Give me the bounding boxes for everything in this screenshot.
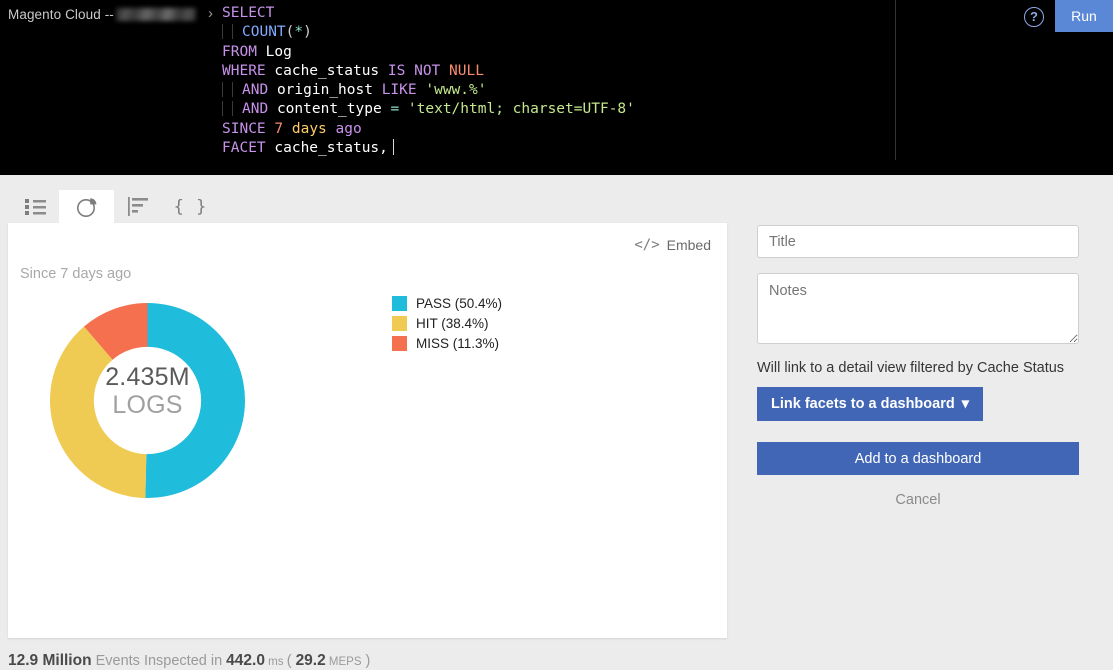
legend-item[interactable]: PASS (50.4%) — [392, 293, 502, 313]
embed-link[interactable]: </> Embed — [634, 237, 711, 253]
legend-swatch-hit — [392, 315, 407, 331]
tab-json[interactable]: { } — [163, 190, 218, 223]
account-breadcrumb-title: Magento Cloud -- — [8, 7, 196, 22]
query-editor-bar: Magento Cloud -- › SELECT COUNT(*) FROM … — [0, 0, 1113, 175]
link-facets-to-dashboard-button[interactable]: Link facets to a dashboard ▾ — [757, 387, 983, 421]
redacted-account-name — [115, 8, 196, 21]
chart-legend: PASS (50.4%) HIT (38.4%) MISS (11.3%) — [392, 293, 502, 353]
query-status-bar: 12.9 Million Events Inspected in 442.0 m… — [8, 652, 370, 670]
result-view-tabs: { } — [0, 175, 1113, 223]
donut-center-unit: LOGS — [112, 391, 183, 419]
chart-result-card: </> Embed Since 7 days ago 2.435M LOGS P… — [8, 223, 727, 638]
chevron-down-icon: ▾ — [961, 396, 969, 412]
title-input[interactable] — [757, 225, 1079, 258]
run-button[interactable]: Run — [1055, 0, 1113, 32]
query-rate-unit: MEPS — [325, 656, 362, 668]
query-duration: 442.0 — [226, 652, 265, 669]
account-title-text: Magento Cloud -- — [8, 7, 114, 22]
legend-swatch-miss — [392, 335, 407, 351]
donut-chart[interactable]: 2.435M LOGS — [49, 303, 245, 498]
bar-chart-icon — [128, 197, 149, 216]
nrql-query-code[interactable]: SELECT COUNT(*) FROM Log WHERE cache_sta… — [222, 4, 635, 158]
events-inspected-count: 12.9 Million — [8, 652, 92, 669]
legend-label: MISS (11.3%) — [416, 335, 500, 351]
legend-label: HIT (38.4%) — [416, 315, 489, 331]
legend-item[interactable]: HIT (38.4%) — [392, 313, 502, 333]
legend-label: PASS (50.4%) — [416, 295, 503, 311]
notes-input[interactable] — [757, 273, 1079, 344]
legend-swatch-pass — [392, 295, 407, 311]
list-icon — [25, 198, 46, 215]
query-duration-unit: ms — [264, 656, 287, 668]
breadcrumb-chevron-icon: › — [208, 5, 213, 22]
tab-pie-chart[interactable] — [59, 190, 114, 223]
query-rate: 29.2 — [295, 652, 326, 669]
cancel-button[interactable]: Cancel — [757, 491, 1079, 509]
tab-bar-chart[interactable] — [111, 190, 166, 223]
add-to-dashboard-button[interactable]: Add to a dashboard — [757, 442, 1079, 475]
link-detail-hint: Will link to a detail view filtered by C… — [757, 360, 1065, 376]
add-to-dashboard-panel: Will link to a detail view filtered by C… — [757, 223, 1079, 509]
donut-center-value: 2.435M — [105, 363, 190, 391]
help-icon[interactable]: ? — [1024, 7, 1044, 27]
embed-label: Embed — [666, 237, 711, 253]
tab-table[interactable] — [8, 190, 63, 223]
embed-code-icon: </> — [634, 237, 660, 253]
link-facets-label: Link facets to a dashboard — [771, 396, 955, 412]
pie-chart-icon — [76, 196, 98, 218]
legend-item[interactable]: MISS (11.3%) — [392, 333, 502, 353]
editor-divider — [895, 0, 896, 160]
json-icon: { } — [173, 196, 208, 217]
chart-time-range-label: Since 7 days ago — [20, 266, 132, 282]
